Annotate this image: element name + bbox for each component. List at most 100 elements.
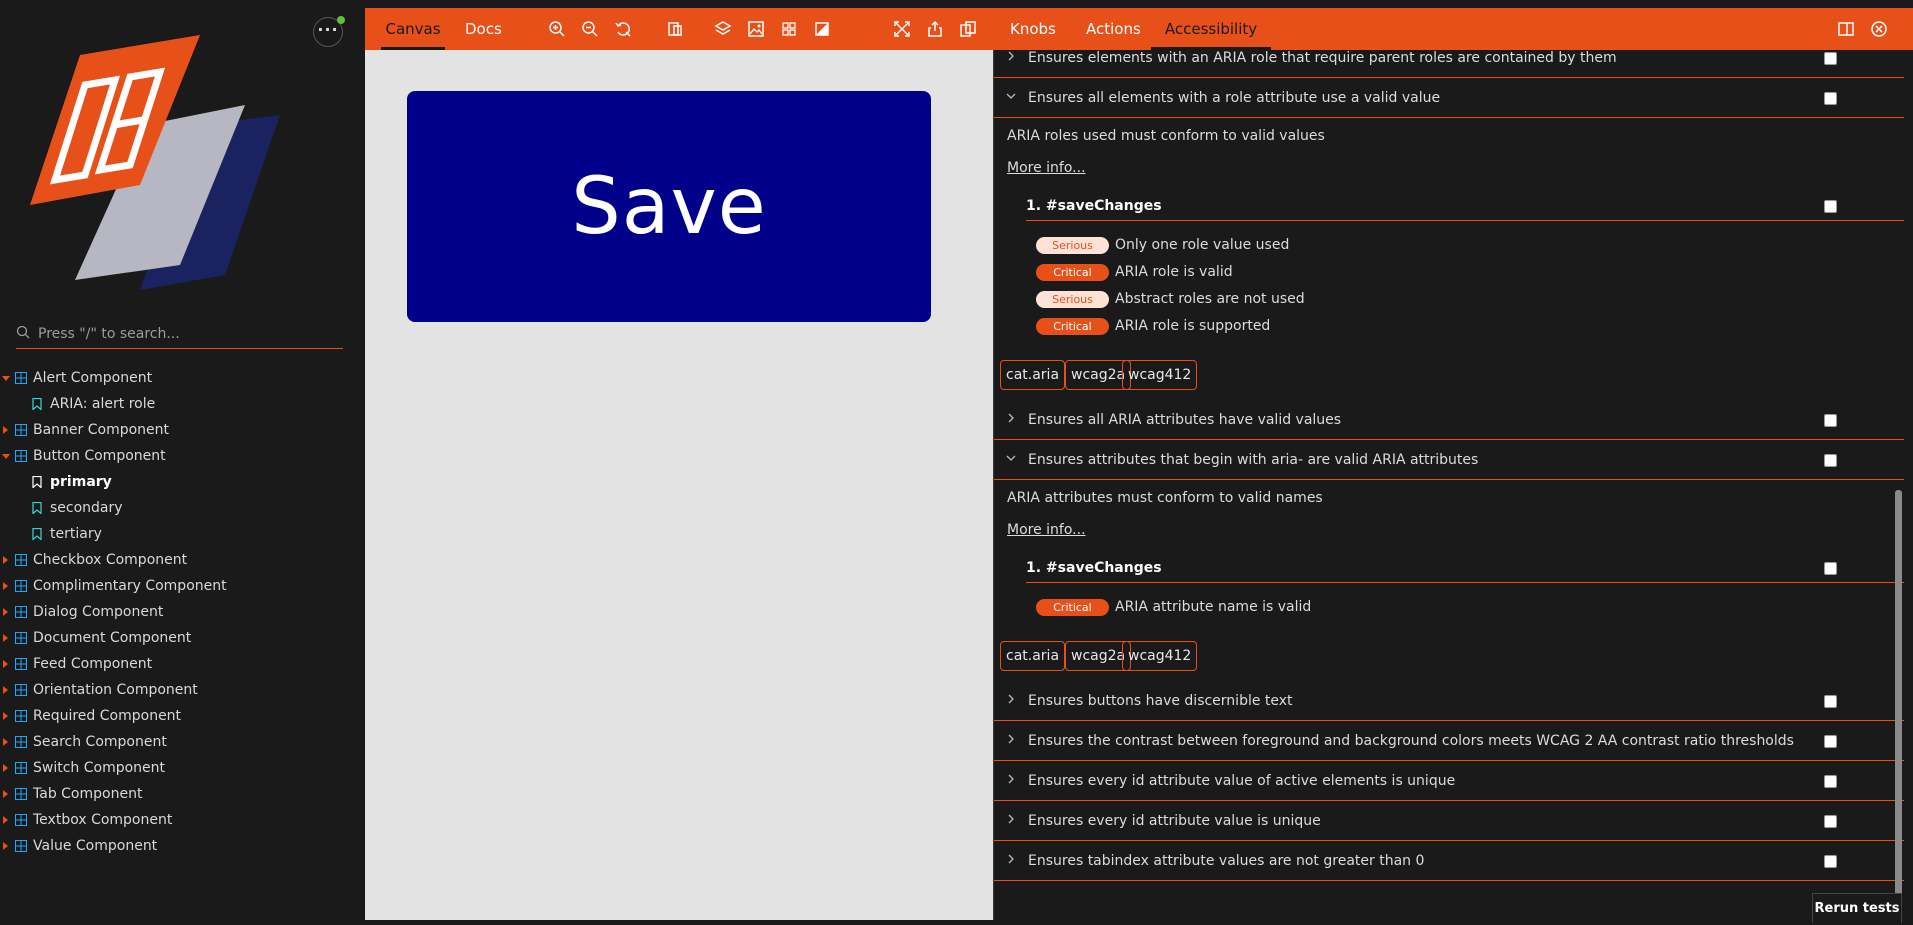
rule-checkbox[interactable] bbox=[1824, 454, 1837, 467]
check-item: Critical ARIA attribute name is valid bbox=[1036, 596, 1311, 618]
sidebar-item-group[interactable]: Banner Component bbox=[0, 419, 365, 445]
scrollbar[interactable] bbox=[1895, 490, 1902, 895]
sidebar-item-group[interactable]: Required Component bbox=[0, 705, 365, 731]
rule-title: Ensures all elements with a role attribu… bbox=[1028, 90, 1441, 106]
a11y-rule-header[interactable]: Ensures every id attribute value of acti… bbox=[994, 761, 1904, 801]
caret-right-icon bbox=[3, 842, 8, 850]
sidebar-item-label: Textbox Component bbox=[33, 812, 173, 828]
tab-actions[interactable]: Actions bbox=[1086, 8, 1141, 50]
severity-badge: Critical bbox=[1036, 317, 1109, 335]
rule-checkbox[interactable] bbox=[1824, 92, 1837, 105]
node-checkbox[interactable] bbox=[1824, 200, 1837, 213]
grid-icon[interactable] bbox=[780, 20, 798, 38]
rule-title: Ensures attributes that begin with aria-… bbox=[1028, 452, 1479, 468]
tab-accessibility[interactable]: Accessibility bbox=[1151, 8, 1271, 50]
component-grid-icon bbox=[15, 840, 27, 852]
rule-checkbox[interactable] bbox=[1824, 815, 1837, 828]
rule-checkbox[interactable] bbox=[1824, 695, 1837, 708]
sidebar-item-group[interactable]: Dialog Component bbox=[0, 601, 365, 627]
background-icon[interactable] bbox=[714, 20, 732, 38]
component-grid-icon bbox=[15, 554, 27, 566]
caret-right-icon bbox=[3, 790, 8, 798]
caret-right-icon bbox=[3, 660, 8, 668]
sidebar-item-group[interactable]: Checkbox Component bbox=[0, 549, 365, 575]
sidebar-story-item[interactable]: primary bbox=[0, 471, 365, 497]
caret-right-icon bbox=[3, 738, 8, 746]
check-item: Critical ARIA role is supported bbox=[1036, 315, 1270, 337]
a11y-rule-header[interactable]: Ensures elements with an ARIA role that … bbox=[994, 50, 1904, 78]
rule-checkbox[interactable] bbox=[1824, 735, 1837, 748]
zoom-in-icon[interactable] bbox=[548, 20, 566, 38]
sidebar-search bbox=[16, 322, 343, 349]
a11y-rule-header[interactable]: Ensures the contrast between foreground … bbox=[994, 721, 1904, 761]
rule-checkbox[interactable] bbox=[1824, 775, 1837, 788]
sidebar-item-label: Button Component bbox=[33, 448, 166, 464]
save-button[interactable]: Save bbox=[407, 91, 931, 322]
rerun-tests-button[interactable]: Rerun tests bbox=[1812, 893, 1902, 923]
rule-checkbox[interactable] bbox=[1824, 414, 1837, 427]
fullscreen-icon[interactable] bbox=[893, 20, 911, 38]
node-title[interactable]: 1. #saveChanges bbox=[1026, 191, 1904, 221]
sidebar-story-label: secondary bbox=[50, 500, 123, 516]
sidebar-story-item[interactable]: tertiary bbox=[0, 523, 365, 549]
caret-right-icon bbox=[3, 634, 8, 642]
component-grid-icon bbox=[15, 762, 27, 774]
rule-tag: cat.aria bbox=[1000, 641, 1066, 671]
sidebar-item-label: Document Component bbox=[33, 630, 192, 646]
tab-canvas[interactable]: Canvas bbox=[381, 8, 445, 50]
a11y-rule-header[interactable]: Ensures buttons have discernible text bbox=[994, 681, 1904, 721]
contrast-icon[interactable] bbox=[813, 20, 831, 38]
component-grid-icon bbox=[15, 580, 27, 592]
caret-right-icon bbox=[3, 764, 8, 772]
a11y-rule-header[interactable]: Ensures all ARIA attributes have valid v… bbox=[994, 400, 1904, 440]
a11y-rule-header[interactable]: Ensures all elements with a role attribu… bbox=[994, 78, 1904, 118]
more-info-link[interactable]: More info... bbox=[1007, 522, 1086, 538]
sidebar-item-group[interactable]: Switch Component bbox=[0, 757, 365, 783]
more-info-link[interactable]: More info... bbox=[1007, 160, 1086, 176]
panel-position-icon[interactable] bbox=[1837, 20, 1855, 38]
close-panel-icon[interactable] bbox=[1870, 20, 1888, 38]
sidebar-item-group[interactable]: Textbox Component bbox=[0, 809, 365, 835]
node-title[interactable]: 1. #saveChanges bbox=[1026, 553, 1904, 583]
sidebar-item-group[interactable]: Search Component bbox=[0, 731, 365, 757]
rule-title: Ensures buttons have discernible text bbox=[1028, 693, 1293, 709]
rule-checkbox[interactable] bbox=[1824, 52, 1837, 65]
a11y-rule-header[interactable]: Ensures tabindex attribute values are no… bbox=[994, 841, 1904, 881]
image-icon[interactable] bbox=[747, 20, 765, 38]
sidebar-item-group[interactable]: Orientation Component bbox=[0, 679, 365, 705]
sidebar-story-item[interactable]: secondary bbox=[0, 497, 365, 523]
chevron-right-icon bbox=[1008, 854, 1014, 864]
sidebar-item-label: Complimentary Component bbox=[33, 578, 227, 594]
share-icon[interactable] bbox=[926, 20, 944, 38]
sidebar-story-item[interactable]: ARIA: alert role bbox=[0, 393, 365, 419]
chevron-right-icon bbox=[1008, 694, 1014, 704]
chevron-right-icon bbox=[1008, 774, 1014, 784]
bookmark-icon bbox=[32, 528, 42, 540]
sidebar-item-group[interactable]: Tab Component bbox=[0, 783, 365, 809]
rule-checkbox[interactable] bbox=[1824, 855, 1837, 868]
chevron-right-icon bbox=[1008, 734, 1014, 744]
check-text: ARIA attribute name is valid bbox=[1115, 599, 1312, 615]
caret-right-icon bbox=[3, 556, 8, 564]
reset-zoom-icon[interactable] bbox=[614, 20, 632, 38]
a11y-rule-header[interactable]: Ensures every id attribute value is uniq… bbox=[994, 801, 1904, 841]
sidebar-item-group[interactable]: Alert Component bbox=[0, 367, 365, 393]
copy-link-icon[interactable] bbox=[959, 20, 977, 38]
sidebar-item-label: Required Component bbox=[33, 708, 182, 724]
sidebar-item-group[interactable]: Complimentary Component bbox=[0, 575, 365, 601]
search-input[interactable] bbox=[38, 322, 338, 346]
tab-docs[interactable]: Docs bbox=[465, 8, 502, 50]
zoom-out-icon[interactable] bbox=[581, 20, 599, 38]
caret-right-icon bbox=[3, 816, 8, 824]
search-icon bbox=[16, 325, 30, 339]
a11y-rule-header[interactable]: Ensures attributes that begin with aria-… bbox=[994, 440, 1904, 480]
tab-knobs[interactable]: Knobs bbox=[1010, 8, 1056, 50]
more-options-button[interactable]: ··· bbox=[313, 16, 345, 47]
sidebar-item-group[interactable]: Feed Component bbox=[0, 653, 365, 679]
viewport-icon[interactable] bbox=[666, 20, 684, 38]
sidebar-item-group[interactable]: Value Component bbox=[0, 835, 365, 861]
sidebar-item-group[interactable]: Document Component bbox=[0, 627, 365, 653]
sidebar-item-group[interactable]: Button Component bbox=[0, 445, 365, 471]
node-checkbox[interactable] bbox=[1824, 562, 1837, 575]
check-item: Critical ARIA role is valid bbox=[1036, 261, 1233, 283]
